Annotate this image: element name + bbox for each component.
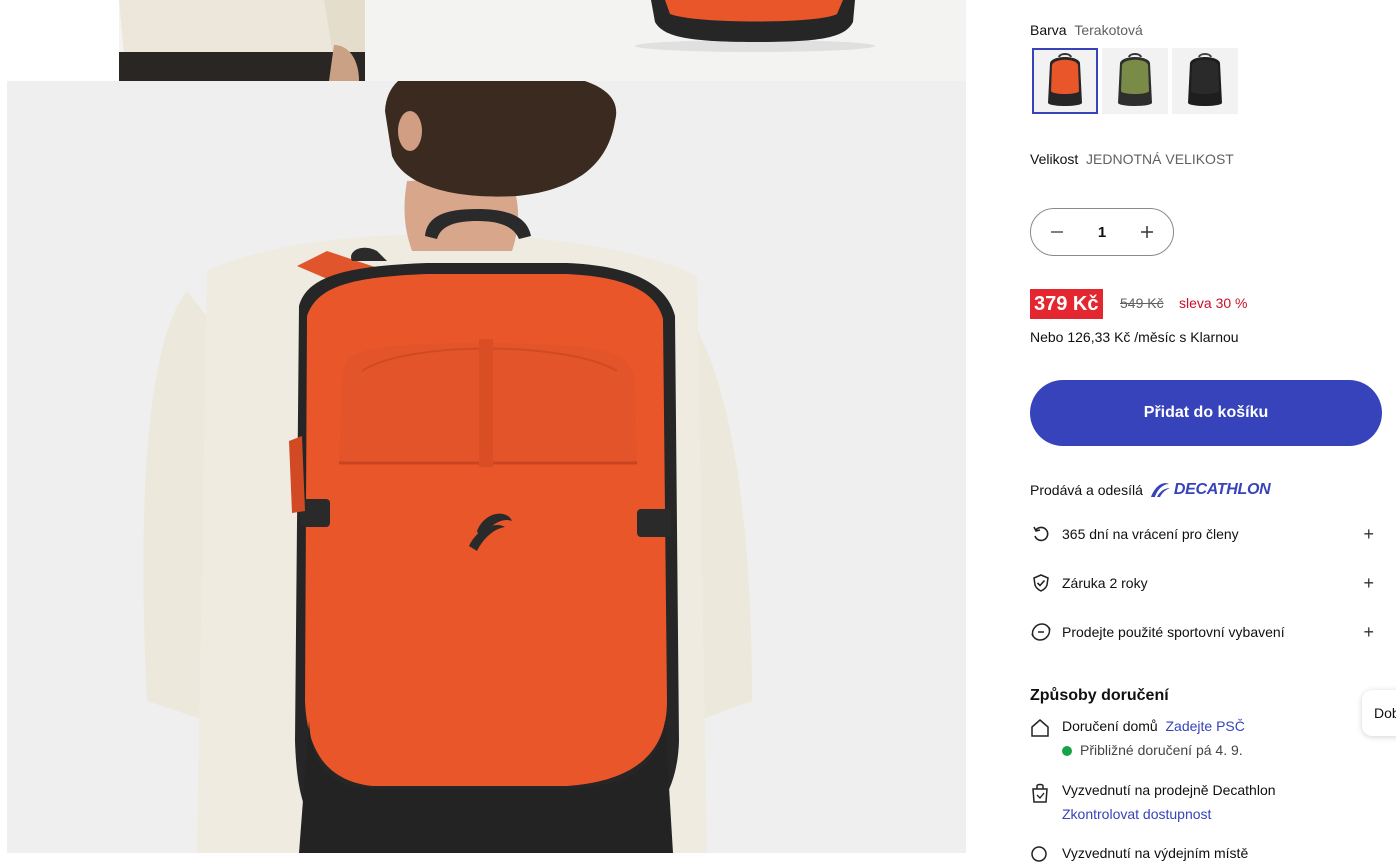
gallery-edge [0, 0, 7, 853]
delivery-pickup-label: Vyzvednutí na výdejním místě [1062, 845, 1249, 861]
seller-brand: DECATHLON [1173, 481, 1271, 498]
product-photo-thumb-front[interactable] [365, 0, 966, 81]
plus-icon[interactable] [1137, 222, 1157, 242]
seller-label: Prodává a odesílá [1030, 482, 1143, 498]
chat-bubble[interactable]: Dob [1362, 690, 1396, 736]
swatch-black[interactable] [1172, 48, 1238, 114]
decathlon-logo: DECATHLON [1149, 481, 1271, 499]
color-row: Barva Terakotová [1030, 22, 1143, 38]
decathlon-swoosh-icon [1150, 483, 1170, 497]
price-original: 549 Kč [1120, 295, 1164, 311]
add-to-cart-button[interactable]: Přidat do košíku [1030, 380, 1382, 446]
discount-label: sleva 30 % [1179, 295, 1248, 311]
swatch-khaki[interactable] [1102, 48, 1168, 114]
delivery-home-label: Doručení domů [1062, 718, 1158, 734]
store-bag-icon [1030, 782, 1052, 804]
delivery-store-label: Vyzvednutí na prodejně Decathlon [1062, 782, 1276, 798]
delivery-home-eta: Přibližné doručení pá 4. 9. [1080, 742, 1243, 758]
product-gallery [0, 0, 966, 853]
minus-icon[interactable] [1047, 222, 1067, 242]
accordion-warranty-label: Záruka 2 roky [1062, 575, 1148, 591]
size-value: JEDNOTNÁ VELIKOST [1086, 151, 1234, 167]
product-info-panel: Barva Terakotová Velikost JEDNOTNÁ VELIK… [966, 0, 1396, 862]
seller-row: Prodává a odesílá DECATHLON [1030, 481, 1271, 499]
accordion-warranty[interactable]: Záruka 2 roky + [1030, 571, 1374, 595]
accordion-resell[interactable]: Prodejte použité sportovní vybavení + [1030, 620, 1374, 644]
quantity-stepper: 1 [1030, 208, 1174, 256]
accordion-returns-label: 365 dní na vrácení pro členy [1062, 526, 1239, 542]
check-availability-link[interactable]: Zkontrolovat dostupnost [1062, 806, 1276, 822]
backpack-terracotta-icon [1048, 53, 1082, 106]
pin-icon [1030, 845, 1052, 867]
backpack-khaki-icon [1118, 53, 1152, 106]
expand-plus-icon[interactable]: + [1363, 524, 1374, 545]
product-photo-thumb-back[interactable] [119, 0, 365, 81]
enter-postcode-link[interactable]: Zadejte PSČ [1166, 718, 1245, 734]
home-icon [1030, 718, 1052, 740]
price-current: 379 Kč [1030, 289, 1103, 319]
accordion-resell-label: Prodejte použité sportovní vybavení [1062, 624, 1285, 640]
klarna-installment: Nebo 126,33 Kč /měsíc s Klarnou [1030, 329, 1239, 345]
return-icon [1030, 523, 1052, 545]
color-label: Barva [1030, 22, 1067, 38]
quantity-value[interactable]: 1 [1098, 224, 1106, 241]
size-row: Velikost JEDNOTNÁ VELIKOST [1030, 151, 1234, 167]
size-label: Velikost [1030, 151, 1079, 167]
product-photo-main[interactable] [7, 81, 966, 853]
recycle-icon [1030, 621, 1052, 643]
delivery-home: Doručení domů Zadejte PSČ Přibližné doru… [1030, 718, 1245, 758]
expand-plus-icon[interactable]: + [1363, 573, 1374, 594]
delivery-store: Vyzvednutí na prodejně Decathlon Zkontro… [1030, 782, 1276, 822]
swatch-terracotta[interactable] [1032, 48, 1098, 114]
shield-check-icon [1030, 572, 1052, 594]
expand-plus-icon[interactable]: + [1363, 622, 1374, 643]
backpack-black-icon [1188, 53, 1222, 106]
delivery-title: Způsoby doručení [1030, 687, 1169, 704]
gallery-spacer [7, 0, 119, 81]
color-value: Terakotová [1074, 22, 1143, 38]
delivery-pickup-point: Vyzvednutí na výdejním místě [1030, 845, 1248, 867]
accordion-returns[interactable]: 365 dní na vrácení pro členy + [1030, 522, 1374, 546]
available-dot-icon [1062, 746, 1072, 757]
